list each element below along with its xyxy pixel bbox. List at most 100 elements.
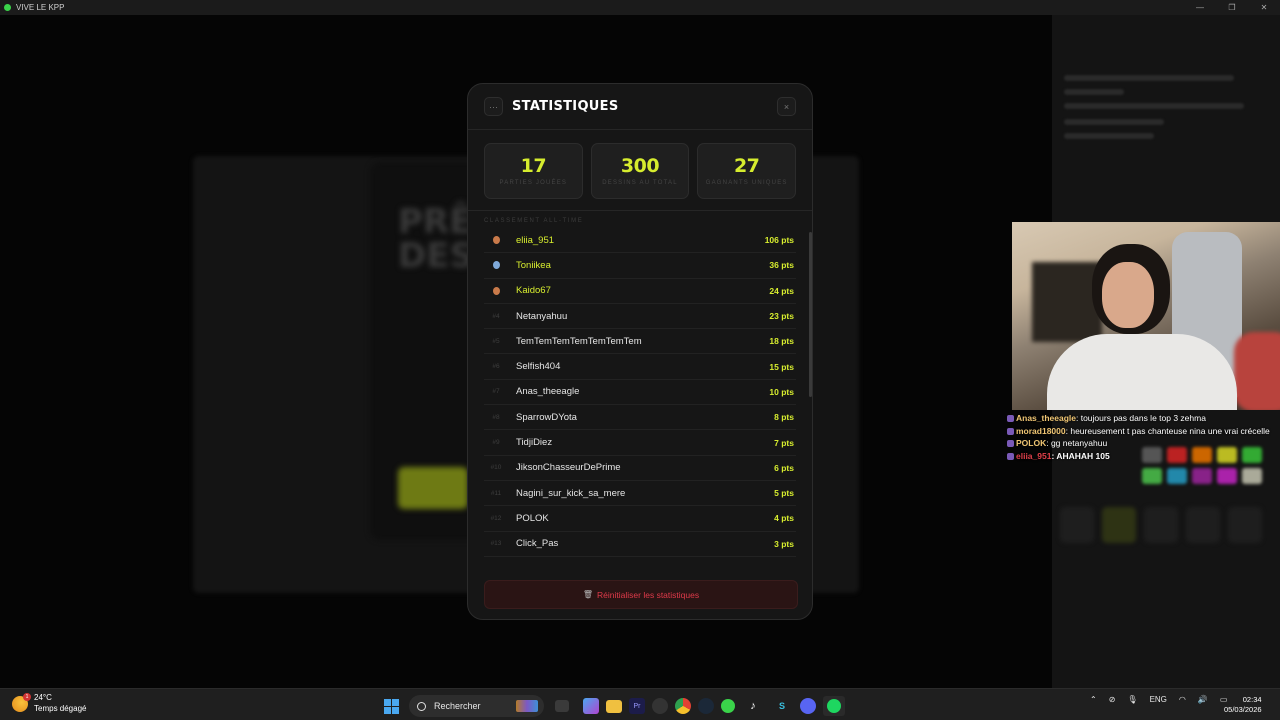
discord-icon[interactable] — [800, 698, 816, 714]
medal-icon — [484, 236, 508, 245]
rank-label: #9 — [492, 439, 500, 447]
widgets-icon[interactable] — [583, 698, 599, 714]
player-name: eliia_951 — [516, 234, 555, 246]
task-view-icon[interactable] — [555, 700, 569, 712]
rank-label: #4 — [492, 312, 500, 320]
leaderboard-row: #7 Anas_theeagle 10 pts — [484, 380, 796, 406]
close-window-icon[interactable]: ✕ — [1248, 3, 1280, 12]
medal-icon — [484, 286, 508, 295]
leaderboard-row: #10 JiksonChasseurDePrime 6 pts — [484, 456, 796, 481]
file-explorer-icon[interactable] — [606, 699, 622, 713]
window-titlebar: VIVE LE KPP — ❐ ✕ — [0, 0, 1280, 15]
more-icon[interactable]: ··· — [484, 97, 503, 116]
spotify-icon[interactable] — [823, 696, 845, 716]
chat-overlay: Anas_theeagle: toujours pas dans le top … — [1007, 412, 1275, 462]
user-badge-icon — [1007, 415, 1014, 422]
wifi-icon[interactable]: ◠ — [1179, 695, 1186, 704]
tiktok-icon[interactable]: ♪ — [742, 696, 764, 716]
minimize-icon[interactable]: — — [1184, 3, 1216, 12]
close-icon[interactable]: × — [777, 97, 796, 116]
clock[interactable]: 02:34 05/03/2026 — [1224, 695, 1262, 715]
window-title: VIVE LE KPP — [16, 3, 65, 12]
chat-username[interactable]: morad18000 — [1016, 426, 1066, 436]
chat-app-icon[interactable] — [721, 699, 735, 713]
player-name: Nagini_sur_kick_sa_mere — [516, 487, 626, 499]
rank-label: #8 — [492, 413, 500, 421]
user-badge-icon — [1007, 427, 1014, 435]
leaderboard-row: eliia_951 106 pts — [484, 228, 796, 254]
stat-label: PARTIES JOUÉES — [499, 180, 568, 186]
player-name: SparrowDYota — [516, 411, 577, 423]
chat-username[interactable]: POLOK — [1016, 438, 1046, 448]
search-placeholder: Rechercher — [434, 701, 481, 711]
microphone-icon[interactable]: 🎙 — [1127, 695, 1137, 704]
premiere-icon[interactable]: Pr — [629, 698, 645, 714]
player-points: 6 pts — [774, 462, 794, 473]
stat-value: 300 — [620, 155, 660, 177]
app-canvas: PRÊ DES ··· STATISTIQUES × 17 PARTIES JOU… — [0, 15, 1280, 688]
stat-card-winners: 27 GAGNANTS UNIQUES — [697, 143, 797, 199]
rank-label: #7 — [492, 388, 500, 396]
rank-label: #10 — [490, 464, 502, 472]
volume-icon[interactable]: 🔊 — [1198, 695, 1208, 704]
player-name: TemTemTemTemTemTemTem — [516, 335, 642, 347]
stat-label: DESSINS AU TOTAL — [602, 180, 678, 186]
stat-label: GAGNANTS UNIQUES — [705, 180, 788, 186]
player-name: Kaido67 — [516, 285, 551, 297]
chat-username[interactable]: Anas_theeagle — [1016, 413, 1076, 423]
leaderboard-scrollbar[interactable] — [809, 232, 812, 397]
player-points: 24 pts — [769, 285, 794, 296]
stat-card-drawings: 300 DESSINS AU TOTAL — [590, 143, 690, 199]
blurred-heading: PRÊ DES — [398, 202, 474, 276]
chat-message: eliia_951: AHAHAH 105 — [1007, 450, 1275, 463]
player-name: TidjiDiez — [516, 437, 553, 449]
chevron-up-icon[interactable]: ⌃ — [1090, 695, 1097, 704]
maximize-icon[interactable]: ❐ — [1216, 3, 1248, 12]
network-off-icon[interactable]: ⊘ — [1109, 695, 1116, 704]
taskbar-search[interactable]: Rechercher — [409, 695, 544, 717]
player-points: 3 pts — [774, 538, 794, 549]
taskbar-apps: Rechercher Pr ♪ S — [380, 695, 852, 717]
search-highlight-icon — [516, 700, 538, 712]
player-name: Toniikea — [516, 259, 551, 271]
rank-label: #13 — [490, 540, 502, 548]
app-s-icon[interactable]: S — [771, 696, 793, 716]
taskbar: 1 24°C Temps dégagé Rechercher Pr ♪ S ⌃ … — [0, 688, 1280, 720]
language-indicator[interactable]: ENG — [1150, 695, 1167, 704]
user-badge-icon — [1007, 440, 1014, 447]
start-button[interactable] — [380, 696, 402, 716]
blurred-start-button — [398, 467, 468, 509]
chat-message: morad18000: heureusement t pas chanteuse… — [1007, 425, 1275, 438]
leaderboard-row: #13 Click_Pas 3 pts — [484, 532, 796, 557]
player-name: JiksonChasseurDePrime — [516, 462, 621, 474]
chat-message: Anas_theeagle: toujours pas dans le top … — [1007, 412, 1275, 425]
stat-card-games: 17 PARTIES JOUÉES — [484, 143, 583, 199]
user-badge-icon — [1007, 452, 1014, 460]
chat-username[interactable]: eliia_951 — [1016, 451, 1051, 461]
player-points: 10 pts — [769, 386, 794, 397]
obs-icon[interactable] — [652, 698, 668, 714]
modal-title: STATISTIQUES — [512, 99, 619, 114]
leaderboard-row: Toniikea 36 pts — [484, 253, 796, 279]
leaderboard-row: #9 TidjiDiez 7 pts — [484, 430, 796, 456]
webcam-feed — [1012, 222, 1280, 410]
steam-icon[interactable] — [698, 698, 714, 714]
player-name: Click_Pas — [516, 538, 559, 550]
player-name: POLOK — [516, 512, 549, 524]
player-name: Anas_theeagle — [516, 386, 580, 398]
leaderboard-row: #5 TemTemTemTemTemTemTem 18 pts — [484, 329, 796, 355]
blurred-tools — [1060, 507, 1262, 543]
player-points: 15 pts — [769, 361, 794, 372]
player-points: 5 pts — [774, 488, 794, 499]
sun-icon: 1 — [12, 692, 31, 712]
reset-stats-button[interactable]: 🗑 Réinitialiser les statistiques — [484, 580, 798, 609]
stats-summary: 17 PARTIES JOUÉES 300 DESSINS AU TOTAL 2… — [468, 130, 812, 211]
trash-icon: 🗑 — [582, 590, 594, 599]
rank-label: #11 — [490, 489, 502, 497]
weather-widget[interactable]: 1 24°C Temps dégagé — [12, 692, 86, 714]
chat-message: POLOK: gg netanyahuu — [1007, 437, 1275, 450]
chat-text: : AHAHAH 105 — [1051, 450, 1110, 461]
leaderboard-list[interactable]: eliia_951 106 pts Toniikea 36 pts Kaido67 24 … — [468, 228, 812, 557]
player-name: Selfish404 — [516, 361, 561, 373]
chrome-icon[interactable] — [675, 698, 691, 714]
